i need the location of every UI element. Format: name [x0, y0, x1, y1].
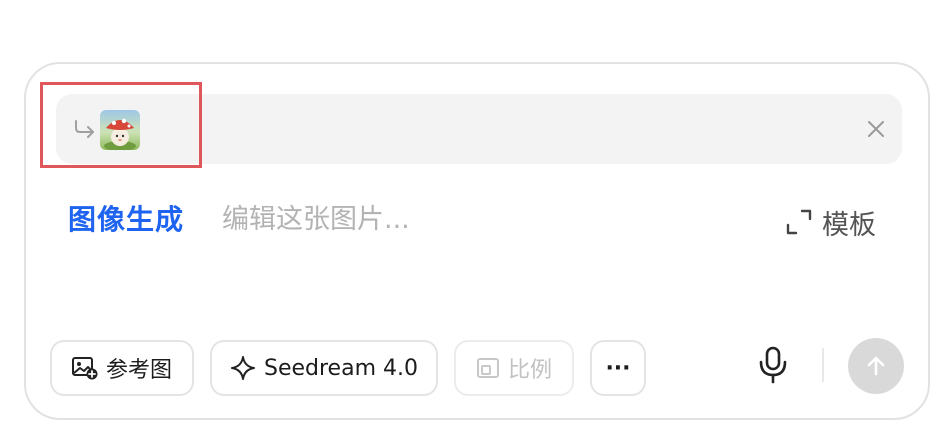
sparkle-icon	[231, 356, 255, 380]
mushroom-character-thumbnail-icon	[100, 110, 140, 150]
arrow-up-icon	[867, 356, 885, 376]
prompt-input[interactable]	[220, 196, 744, 242]
composer-card: 图像生成 模板 参考图 Seedream 4.0	[24, 62, 930, 420]
more-options-button[interactable]: ···	[590, 340, 646, 396]
template-label: 模板	[822, 209, 876, 241]
model-selector-button[interactable]: Seedream 4.0	[210, 340, 438, 396]
toolbar-divider	[822, 348, 824, 382]
mode-label[interactable]: 图像生成	[68, 198, 184, 238]
expand-icon	[786, 209, 812, 235]
more-icon: ···	[605, 355, 631, 381]
model-label: Seedream 4.0	[264, 355, 418, 381]
close-icon[interactable]	[866, 119, 886, 139]
ratio-button[interactable]: 比例	[454, 340, 574, 396]
add-image-icon	[71, 357, 98, 380]
send-button[interactable]	[848, 338, 904, 394]
ratio-label: 比例	[507, 358, 552, 383]
reference-image-button[interactable]: 参考图	[50, 340, 194, 396]
reply-arrow-icon	[75, 120, 94, 138]
template-button[interactable]: 模板	[786, 202, 876, 242]
microphone-icon[interactable]	[758, 346, 788, 384]
reference-image-bar	[56, 94, 902, 164]
reference-image-label: 参考图	[105, 358, 172, 383]
reference-thumbnail[interactable]	[100, 110, 140, 150]
aspect-ratio-icon	[476, 358, 499, 378]
